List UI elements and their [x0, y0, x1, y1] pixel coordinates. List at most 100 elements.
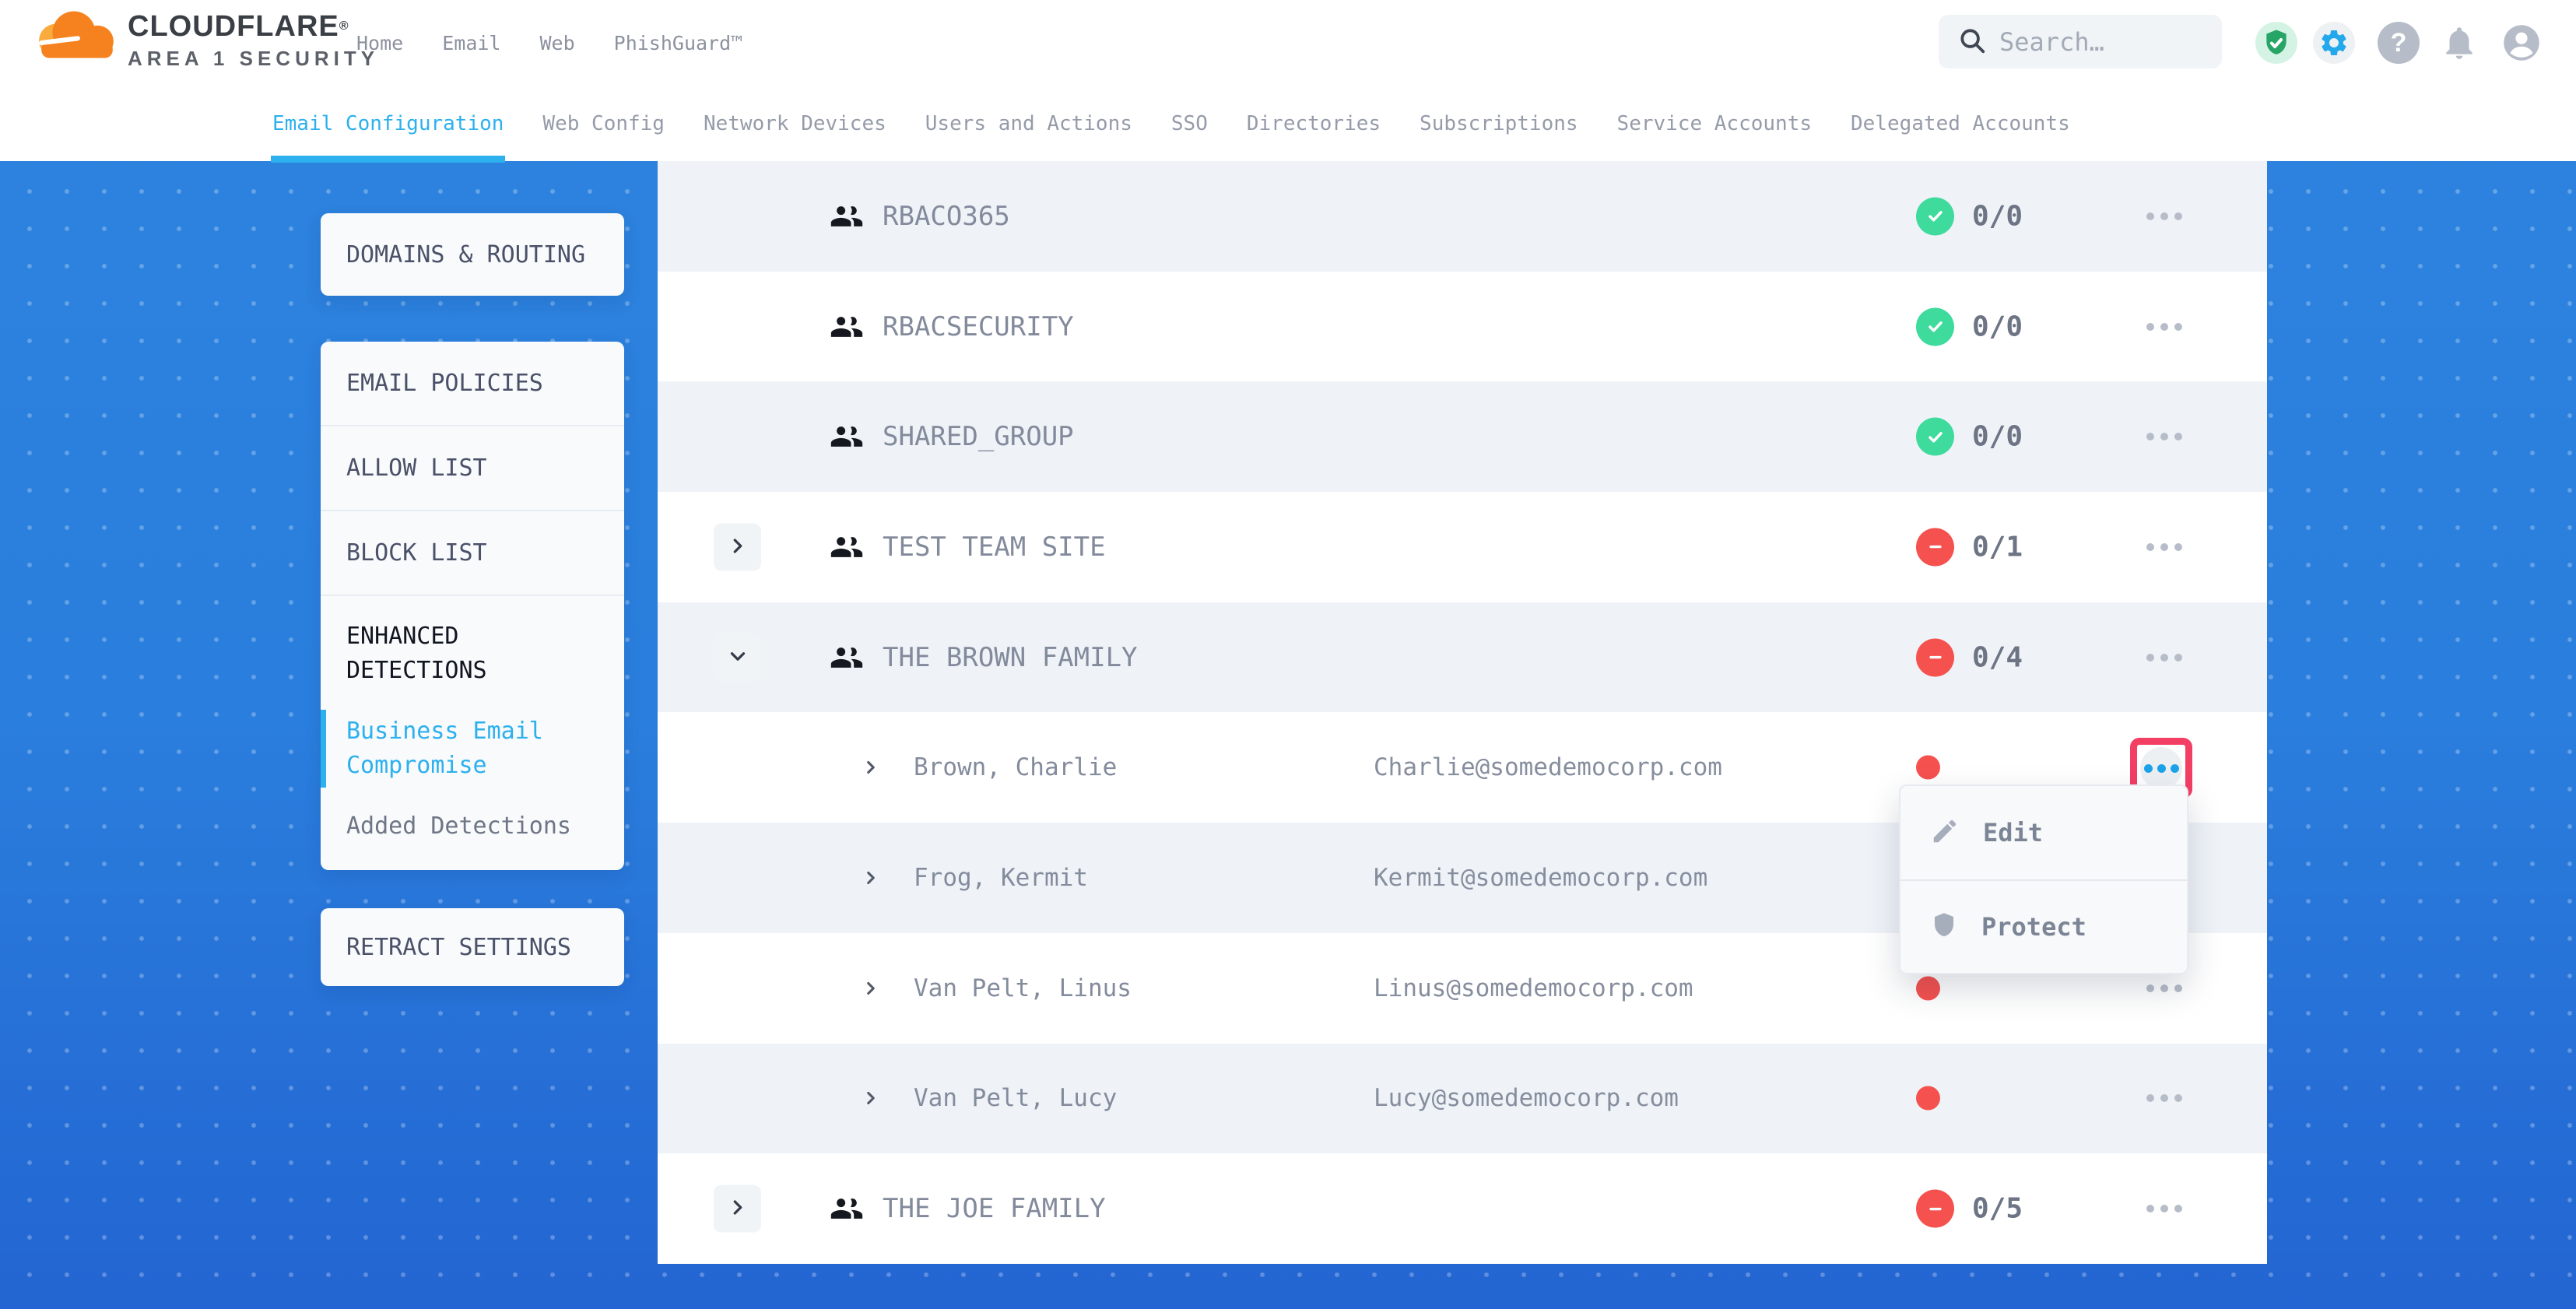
menu-item-protect[interactable]: Protect — [1900, 879, 2187, 973]
menu-item-edit[interactable]: Edit — [1900, 786, 2187, 879]
group-icon — [830, 1191, 864, 1226]
member-name: Brown, Charlie — [914, 753, 1117, 781]
member-email: Lucy@somedemocorp.com — [1374, 1084, 1679, 1112]
member-chevron-icon — [861, 868, 881, 888]
shield-check-icon[interactable] — [2255, 22, 2297, 64]
protection-count: 0/1 — [1972, 531, 2023, 563]
alert-dot — [1916, 756, 1940, 780]
group-icon — [830, 419, 864, 454]
registered-mark: ® — [339, 19, 349, 33]
nav-item-home[interactable]: Home — [356, 32, 403, 54]
cloudflare-logo[interactable]: CLOUDFLARE® AREA 1 SECURITY — [33, 9, 379, 71]
table-row: THE BROWN FAMILY 0/4 — [658, 602, 2267, 713]
row-context-menu: Edit Protect — [1899, 784, 2188, 974]
nav-item-web[interactable]: Web — [539, 32, 574, 54]
menu-item-label: Edit — [1983, 818, 2043, 848]
alert-dot — [1916, 1086, 1940, 1111]
row-menu-button[interactable] — [2143, 977, 2185, 1000]
protection-count: 0/0 — [1972, 311, 2023, 342]
row-menu-button-active[interactable] — [2140, 747, 2182, 789]
status-unprotected-badge — [1916, 528, 1954, 566]
account-icon[interactable] — [2501, 22, 2543, 64]
row-menu-button[interactable] — [2143, 315, 2185, 339]
tab-directories[interactable]: Directories — [1247, 86, 1381, 161]
group-icon — [830, 640, 864, 675]
table-row: SHARED_GROUP 0/0 — [658, 381, 2267, 492]
expand-button[interactable] — [714, 523, 761, 570]
tab-sso[interactable]: SSO — [1171, 86, 1208, 161]
table-row: RBACO365 0/0 — [658, 161, 2267, 272]
member-name: Van Pelt, Linus — [914, 974, 1132, 1002]
table-row: THE JOE FAMILY 0/5 — [658, 1153, 2267, 1264]
sidebar-item-email-policies[interactable]: EMAIL POLICIES — [321, 342, 624, 426]
member-chevron-icon — [861, 1088, 881, 1108]
status-protected-badge — [1916, 418, 1954, 456]
status-unprotected-badge — [1916, 638, 1954, 676]
row-menu-button[interactable] — [2143, 646, 2185, 669]
tab-web-config[interactable]: Web Config — [542, 86, 665, 161]
sidebar-item-retract-settings[interactable]: RETRACT SETTINGS — [321, 908, 624, 986]
nav-item-phishguard[interactable]: PhishGuard™ — [614, 32, 743, 54]
row-menu-button[interactable] — [2143, 425, 2185, 448]
chevron-right-icon — [726, 534, 749, 560]
shield-icon — [1930, 911, 1958, 942]
protection-count: 0/4 — [1972, 641, 2023, 673]
directory-table: RBACO365 0/0 RBACSECURITY 0/0 SHARED_G — [658, 161, 2267, 1264]
sidebar-policies-card: EMAIL POLICIES ALLOW LIST BLOCK LIST ENH… — [321, 342, 624, 870]
member-chevron-icon — [861, 757, 881, 777]
chevron-right-icon — [726, 1196, 749, 1222]
chevron-down-icon — [726, 644, 749, 670]
status-protected-badge — [1916, 307, 1954, 346]
table-row: Van Pelt, Lucy Lucy@somedemocorp.com — [658, 1044, 2267, 1154]
bell-icon[interactable] — [2438, 22, 2480, 64]
group-icon — [830, 530, 864, 564]
gear-icon[interactable] — [2313, 22, 2355, 64]
member-email: Linus@somedemocorp.com — [1374, 974, 1693, 1002]
row-menu-button[interactable] — [2143, 205, 2185, 228]
row-menu-button[interactable] — [2143, 535, 2185, 559]
sidebar-item-business-email-compromise[interactable]: Business Email Compromise — [346, 714, 580, 783]
sidebar-item-added-detections[interactable]: Added Detections — [346, 809, 580, 844]
table-row: RBACSECURITY 0/0 — [658, 272, 2267, 382]
tab-service-accounts[interactable]: Service Accounts — [1617, 86, 1812, 161]
enhanced-detections-section: ENHANCED DETECTIONS Business Email Compr… — [321, 596, 624, 870]
sidebar-item-allow-list[interactable]: ALLOW LIST — [321, 426, 624, 511]
cloudflare-cloud-icon — [33, 9, 120, 62]
table-row: TEST TEAM SITE 0/1 — [658, 492, 2267, 602]
sidebar-item-enhanced-detections[interactable]: ENHANCED DETECTIONS — [346, 619, 580, 688]
tab-email-configuration[interactable]: Email Configuration — [272, 86, 504, 161]
collapse-button[interactable] — [714, 633, 761, 681]
sidebar-item-domains-routing[interactable]: DOMAINS & ROUTING — [321, 213, 624, 296]
help-icon[interactable]: ? — [2378, 22, 2420, 64]
search-icon — [1957, 26, 1987, 58]
status-protected-badge — [1916, 197, 1954, 235]
tab-delegated-accounts[interactable]: Delegated Accounts — [1851, 86, 2070, 161]
config-tab-bar: Email Configuration Web Config Network D… — [0, 86, 2576, 161]
member-email: Charlie@somedemocorp.com — [1374, 753, 1722, 781]
brand-name: CLOUDFLARE® — [128, 9, 379, 44]
group-name: THE BROWN FAMILY — [883, 642, 1138, 673]
sidebar-item-block-list[interactable]: BLOCK LIST — [321, 511, 624, 596]
search-input[interactable] — [1999, 27, 2217, 57]
member-name: Van Pelt, Lucy — [914, 1084, 1117, 1112]
pencil-icon — [1930, 816, 1960, 849]
app-header: CLOUDFLARE® AREA 1 SECURITY Home Email W… — [0, 0, 2576, 161]
member-name: Frog, Kermit — [914, 864, 1088, 892]
member-email: Kermit@somedemocorp.com — [1374, 864, 1707, 892]
protection-count: 0/0 — [1972, 421, 2023, 453]
row-menu-button[interactable] — [2143, 1197, 2185, 1220]
protection-count: 0/0 — [1972, 200, 2023, 232]
tab-subscriptions[interactable]: Subscriptions — [1420, 86, 1578, 161]
page: CLOUDFLARE® AREA 1 SECURITY Home Email W… — [0, 0, 2576, 1309]
group-name: TEST TEAM SITE — [883, 532, 1106, 563]
row-menu-button[interactable] — [2143, 1086, 2185, 1110]
member-chevron-icon — [861, 978, 881, 998]
primary-nav: Home Email Web PhishGuard™ — [356, 0, 742, 86]
tab-users-and-actions[interactable]: Users and Actions — [925, 86, 1132, 161]
tab-network-devices[interactable]: Network Devices — [704, 86, 886, 161]
expand-button[interactable] — [714, 1185, 761, 1233]
status-unprotected-badge — [1916, 1190, 1954, 1228]
search-box[interactable] — [1939, 15, 2222, 68]
group-name: THE JOE FAMILY — [883, 1193, 1106, 1224]
nav-item-email[interactable]: Email — [442, 32, 500, 54]
